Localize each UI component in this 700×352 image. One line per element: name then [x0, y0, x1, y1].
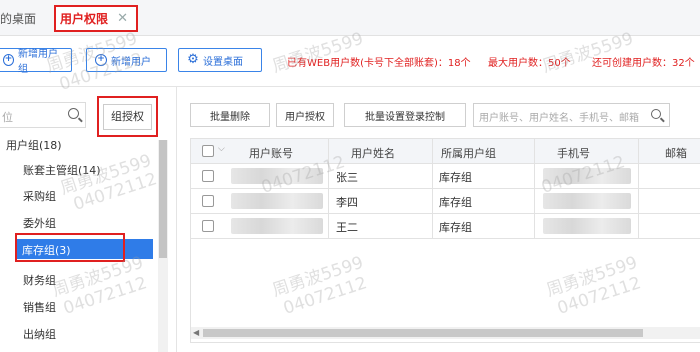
table-row[interactable]: 王二 库存组 [191, 214, 700, 239]
table-row[interactable]: 李四 库存组 [191, 189, 700, 214]
tree-item-cashier[interactable]: 出纳组 [23, 326, 56, 342]
row-checkbox[interactable] [202, 195, 214, 207]
table-header: ⌵ 用户账号 用户姓名 所属用户组 手机号 邮箱 [191, 139, 700, 164]
row-checkbox[interactable] [202, 220, 214, 232]
plus-circle-icon: + [95, 54, 107, 66]
column-header-group[interactable]: 所属用户组 [441, 145, 496, 161]
column-header-email[interactable]: 邮箱 [665, 145, 687, 161]
table-horizontal-scrollbar[interactable]: ◀ [191, 327, 700, 339]
tab-user-permissions-label: 用户权限 [60, 12, 109, 26]
row-checkbox[interactable] [202, 170, 214, 182]
table-scroll-thumb[interactable] [203, 329, 643, 337]
cell-user-name: 张三 [336, 171, 358, 184]
add-user-group-button[interactable]: + 新增用户组 [0, 48, 72, 75]
cell-user-group: 库存组 [439, 196, 472, 209]
selected-group-highlight [15, 233, 125, 262]
search-icon[interactable] [651, 109, 661, 119]
cell-user-group: 库存组 [439, 221, 472, 234]
tree-item-outsourcing[interactable]: 委外组 [23, 215, 56, 231]
header-divider [0, 86, 700, 87]
gear-icon: ⚙ [187, 52, 199, 67]
tree-item-finance[interactable]: 财务组 [23, 272, 56, 288]
add-user-group-label: 新增用户组 [18, 49, 58, 75]
panel-divider [176, 87, 177, 352]
redacted-phone [543, 168, 631, 184]
table-row[interactable]: 张三 库存组 [191, 164, 700, 189]
redacted-account [231, 193, 323, 209]
desktop-settings-label: 设置桌面 [203, 56, 243, 68]
redacted-phone [543, 218, 631, 234]
redacted-account [231, 218, 323, 234]
tree-root-user-groups[interactable]: 用户组(18) [6, 137, 62, 153]
select-all-checkbox[interactable] [202, 145, 214, 157]
cell-user-name: 王二 [336, 221, 358, 234]
plus-circle-icon: + [3, 54, 14, 66]
cell-user-group: 库存组 [439, 171, 472, 184]
user-auth-button[interactable]: 用户授权 [276, 103, 334, 127]
group-auth-button[interactable]: 组授权 [103, 103, 152, 130]
close-icon[interactable]: ✕ [117, 11, 128, 26]
tab-bar: 的桌面 用户权限 ✕ [0, 0, 700, 36]
batch-login-control-button[interactable]: 批量设置登录控制 [344, 103, 466, 127]
desktop-settings-button[interactable]: ⚙ 设置桌面 [178, 48, 262, 72]
tree-item-ledger-admins[interactable]: 账套主管组(14) [23, 162, 101, 178]
sidebar-scrollbar[interactable] [158, 140, 168, 352]
group-search-input[interactable]: 位 [0, 102, 86, 128]
tree-item-purchasing[interactable]: 采购组 [23, 188, 56, 204]
redacted-phone [543, 193, 631, 209]
group-auth-highlight: 组授权 [97, 96, 158, 137]
column-header-name[interactable]: 用户姓名 [351, 145, 395, 161]
tab-desktop[interactable]: 的桌面 [0, 10, 36, 27]
add-user-label: 新增用户 [111, 56, 151, 68]
tab-user-permissions[interactable]: 用户权限 ✕ [54, 5, 138, 32]
chevron-down-icon[interactable]: ⌵ [218, 144, 225, 154]
user-search-input[interactable]: 用户账号、用户姓名、手机号、邮箱 [473, 103, 670, 127]
web-user-count: 已有WEB用户数(卡号下全部账套)：18个 [287, 58, 471, 69]
cell-user-name: 李四 [336, 196, 358, 209]
remaining-user-count: 还可创建用户数：32个 [592, 58, 695, 69]
watermark-text: 04072112 [61, 273, 150, 319]
scroll-left-arrow-icon[interactable]: ◀ [193, 328, 199, 337]
group-search-placeholder: 位 [2, 111, 13, 124]
add-user-button[interactable]: + 新增用户 [86, 48, 167, 72]
redacted-account [231, 168, 323, 184]
sidebar-scroll-thumb[interactable] [159, 140, 167, 258]
search-icon[interactable] [68, 108, 79, 119]
batch-delete-button[interactable]: 批量删除 [190, 103, 270, 127]
user-table: ⌵ 用户账号 用户姓名 所属用户组 手机号 邮箱 张三 库存组 李四 库存组 王… [190, 138, 700, 343]
tree-item-sales[interactable]: 销售组 [23, 299, 56, 315]
max-user-count: 最大用户数：50个 [488, 58, 571, 69]
column-header-account[interactable]: 用户账号 [249, 145, 293, 161]
user-search-placeholder: 用户账号、用户姓名、手机号、邮箱 [479, 113, 639, 124]
column-header-phone[interactable]: 手机号 [557, 145, 590, 161]
